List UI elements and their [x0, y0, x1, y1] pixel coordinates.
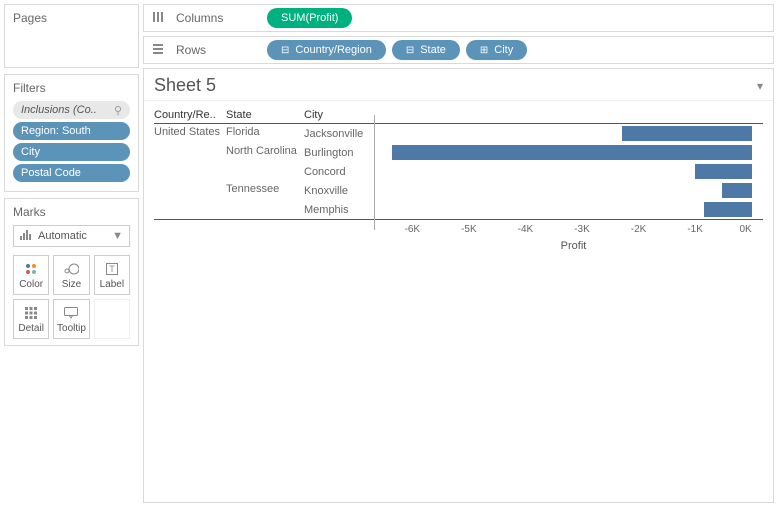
axis-tick: -3K [574, 224, 590, 235]
tooltip-icon [64, 305, 78, 321]
filter-pill[interactable]: Region: South [13, 122, 130, 140]
pill-state[interactable]: ⊟ State [392, 40, 460, 60]
marks-type-dropdown[interactable]: Automatic ▼ [13, 225, 130, 247]
table-row: Burlington [304, 143, 763, 162]
minus-box-icon: ⊟ [406, 45, 414, 56]
city-label[interactable]: Jacksonville [304, 128, 384, 140]
svg-text:T: T [109, 264, 115, 274]
bar-track [384, 124, 763, 143]
table-row: Jacksonville [304, 124, 763, 143]
axis-tick: -2K [631, 224, 647, 235]
pill-country-region[interactable]: ⊟ Country/Region [267, 40, 386, 60]
table-row: Concord [304, 162, 763, 181]
table-row: Memphis [304, 200, 763, 219]
axis-tick: -5K [461, 224, 477, 235]
bar[interactable] [392, 145, 751, 160]
bar-track [384, 143, 763, 162]
axis-tick: 0K [739, 224, 751, 235]
bar-track [384, 181, 763, 200]
marks-label-button[interactable]: T Label [94, 255, 130, 295]
columns-icon [152, 11, 170, 26]
filter-pill[interactable]: Inclusions (Co..⚲ [13, 101, 130, 119]
worksheet-view: Sheet 5 ▾ Country/Re.. State City United… [143, 68, 774, 503]
filters-label: Filters [13, 81, 130, 95]
marks-empty-slot [94, 299, 130, 339]
rows-label: Rows [176, 43, 206, 57]
columns-label: Columns [176, 11, 223, 25]
city-label[interactable]: Knoxville [304, 185, 384, 197]
axis-tick: -4K [518, 224, 534, 235]
bar-track [384, 162, 763, 181]
bar[interactable] [622, 126, 752, 141]
label-icon: T [106, 261, 118, 277]
city-label[interactable]: Memphis [304, 204, 384, 216]
bar[interactable] [695, 164, 752, 179]
filter-pill[interactable]: Postal Code [13, 164, 130, 182]
table-row: Knoxville [304, 181, 763, 200]
axis-tick: -6K [405, 224, 421, 235]
chevron-down-icon: ▼ [112, 230, 123, 242]
state-label[interactable]: North Carolina [226, 143, 304, 181]
marks-size-button[interactable]: Size [53, 255, 89, 295]
minus-box-icon: ⊟ [281, 45, 289, 56]
bar[interactable] [704, 202, 752, 217]
bar-chart-icon [20, 230, 32, 243]
marks-detail-button[interactable]: Detail [13, 299, 49, 339]
filters-shelf[interactable]: Filters Inclusions (Co..⚲ Region: South Ci… [4, 74, 139, 192]
city-label[interactable]: Concord [304, 166, 384, 178]
state-label[interactable]: Tennessee [226, 181, 304, 219]
columns-shelf[interactable]: Columns SUM(Profit) [143, 4, 774, 32]
sheet-title[interactable]: Sheet 5 [154, 75, 216, 96]
sheet-menu-caret-icon[interactable]: ▾ [757, 79, 763, 93]
marks-tooltip-button[interactable]: Tooltip [53, 299, 89, 339]
axis-tick: -1K [687, 224, 703, 235]
header-city[interactable]: City [304, 109, 384, 121]
bar-track [384, 200, 763, 219]
country-label[interactable]: United States [154, 124, 226, 219]
marks-label: Marks [13, 205, 130, 219]
marks-type-label: Automatic [38, 230, 87, 242]
color-icon [26, 261, 36, 277]
marks-card: Marks Automatic ▼ Color Size [4, 198, 139, 346]
axis-title: Profit [384, 240, 763, 252]
pill-city[interactable]: ⊞ City [466, 40, 527, 60]
city-label[interactable]: Burlington [304, 147, 384, 159]
link-icon: ⚲ [114, 104, 122, 117]
rows-icon [152, 43, 170, 58]
detail-icon [25, 305, 37, 321]
bar[interactable] [722, 183, 751, 198]
state-label[interactable]: Florida [226, 124, 304, 143]
header-state[interactable]: State [226, 109, 304, 121]
plus-box-icon: ⊞ [480, 45, 488, 56]
rows-shelf[interactable]: Rows ⊟ Country/Region ⊟ State ⊞ City [143, 36, 774, 64]
filter-pill[interactable]: City [13, 143, 130, 161]
marks-color-button[interactable]: Color [13, 255, 49, 295]
pages-label: Pages [13, 11, 130, 25]
header-country[interactable]: Country/Re.. [154, 109, 226, 121]
size-icon [63, 261, 79, 277]
axis-border [374, 115, 375, 230]
pill-sum-profit[interactable]: SUM(Profit) [267, 8, 352, 28]
x-axis[interactable]: Profit -6K -5K -4K -3K -2K -1K 0K [384, 220, 763, 258]
pages-shelf[interactable]: Pages [4, 4, 139, 68]
